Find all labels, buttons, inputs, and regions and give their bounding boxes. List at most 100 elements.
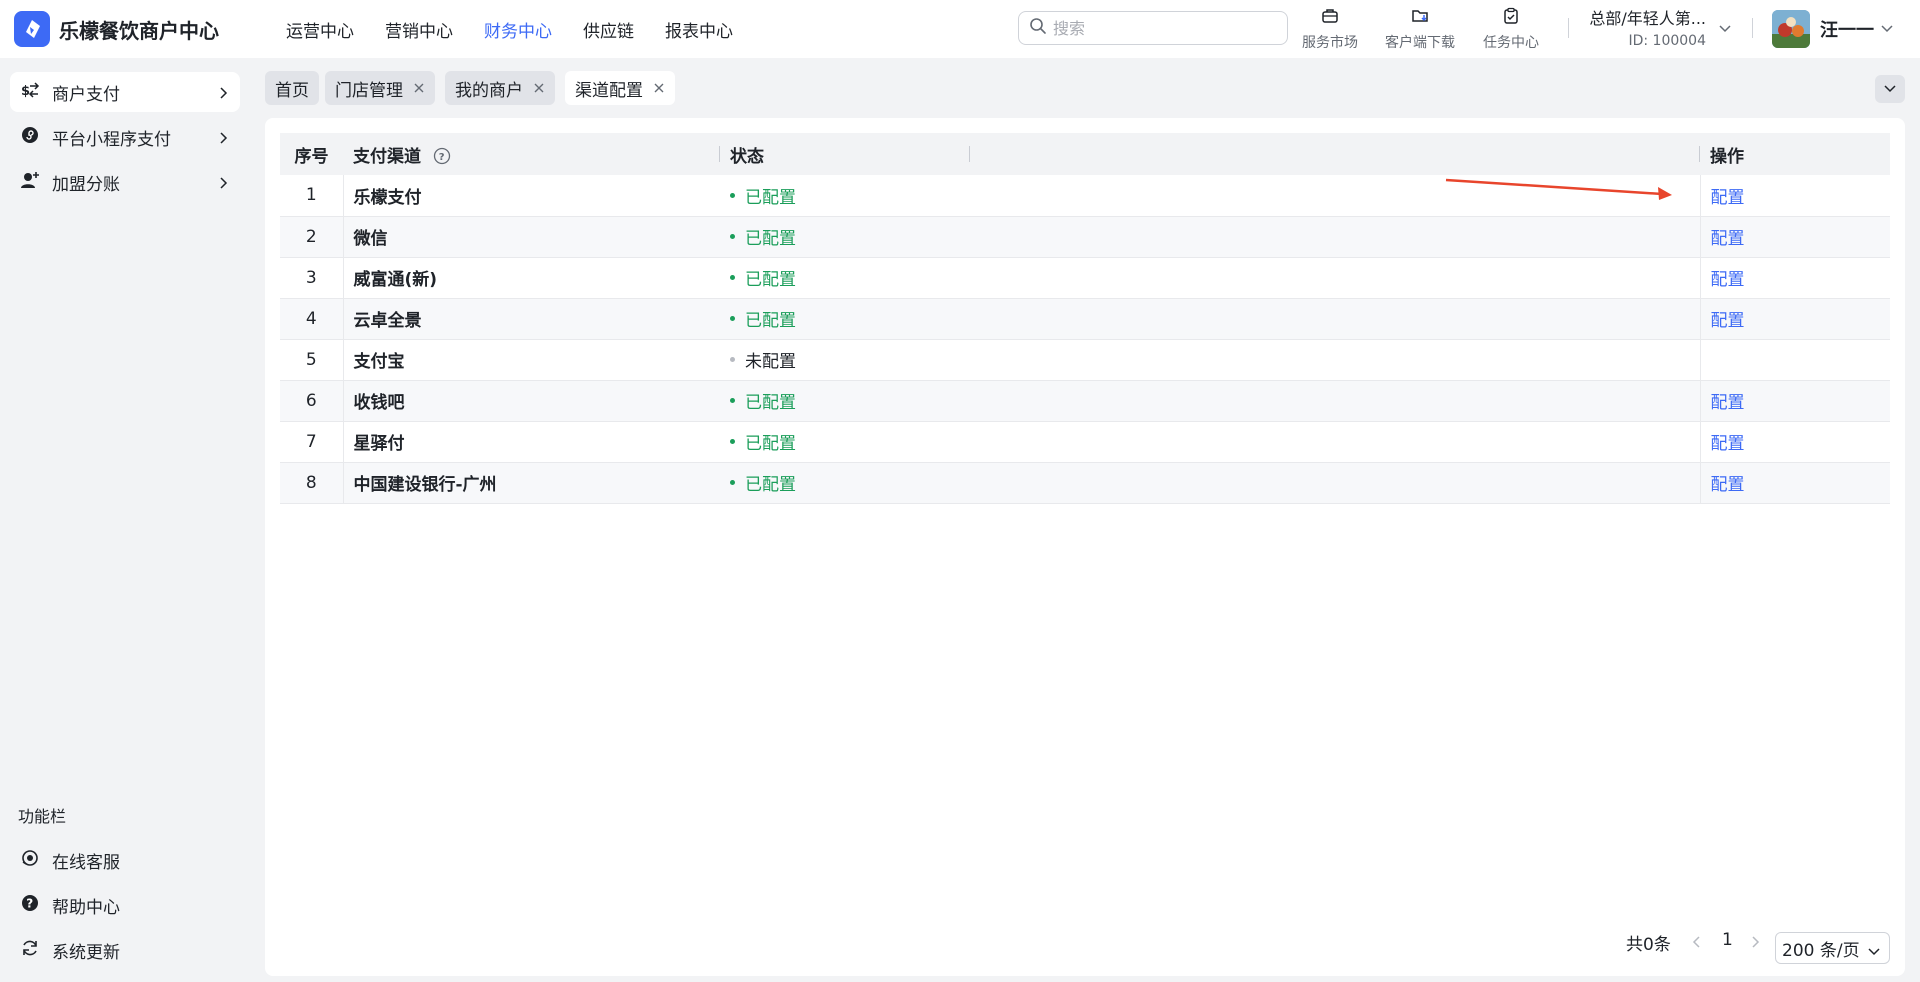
topnav-item-operations[interactable]: 运营中心 xyxy=(286,17,354,42)
sidebar-item-merchant-payment[interactable]: $ 商户支付 xyxy=(10,72,240,112)
org-name: 总部/年轻人第... xyxy=(1589,9,1706,28)
cell-status: 已配置 xyxy=(720,216,970,258)
tab-channel-config[interactable]: 渠道配置 xyxy=(565,71,675,105)
svg-text:?: ? xyxy=(439,152,445,163)
sidebar: $ 商户支付 平台小程序支付 加盟分账 功能栏 在线客服 ? 帮助中心 系统更新 xyxy=(0,58,250,982)
avatar[interactable] xyxy=(1772,10,1810,48)
cell-action: 配置 xyxy=(1699,421,1890,463)
configure-link[interactable]: 配置 xyxy=(1711,311,1745,331)
cell-action: 配置 xyxy=(1699,216,1890,258)
chevron-down-icon[interactable] xyxy=(1718,20,1732,39)
table-row: 6 收钱吧 已配置 配置 xyxy=(280,380,1890,422)
status-text: 已配置 xyxy=(745,187,796,208)
status-dot xyxy=(730,480,735,485)
tab-home[interactable]: 首页 xyxy=(265,71,319,105)
search-input[interactable] xyxy=(1053,18,1273,38)
cell-seq: 2 xyxy=(280,216,344,258)
column-header-action: 操作 xyxy=(1700,133,1890,175)
tool-client-download[interactable]: 客户端下载 xyxy=(1385,6,1455,52)
close-icon[interactable] xyxy=(413,82,425,94)
status-dot xyxy=(730,398,735,403)
pagination-prev-button[interactable] xyxy=(1690,934,1704,954)
tab-my-merchants[interactable]: 我的商户 xyxy=(445,71,555,105)
cell-seq: 8 xyxy=(280,462,344,504)
status-badge: 已配置 xyxy=(730,470,796,495)
topnav-item-finance[interactable]: 财务中心 xyxy=(484,17,552,42)
tab-store-management[interactable]: 门店管理 xyxy=(325,71,435,105)
close-icon[interactable] xyxy=(533,82,545,94)
configure-link[interactable]: 配置 xyxy=(1711,229,1745,249)
configure-link[interactable]: 配置 xyxy=(1711,270,1745,290)
header-divider xyxy=(1752,18,1753,38)
sidebar-item-label: 加盟分账 xyxy=(52,174,120,195)
cell-channel: 星驿付 xyxy=(343,421,720,463)
question-circle-icon[interactable]: ? xyxy=(433,147,451,165)
tool-task-center[interactable]: 任务中心 xyxy=(1483,6,1539,52)
close-icon[interactable] xyxy=(653,82,665,94)
topnav-item-supply-chain[interactable]: 供应链 xyxy=(583,17,634,42)
tabs-more-button[interactable] xyxy=(1875,75,1905,103)
column-header-label: 序号 xyxy=(294,146,329,167)
status-text: 已配置 xyxy=(745,475,796,495)
status-badge: 已配置 xyxy=(730,224,796,249)
folder-download-icon xyxy=(1410,6,1430,30)
column-header-seq: 序号 xyxy=(280,133,343,175)
status-dot xyxy=(730,275,735,280)
sidebar-item-label: 商户支付 xyxy=(52,84,120,105)
status-dot xyxy=(730,439,735,444)
sidebar-item-mini-program-payment[interactable]: 平台小程序支付 xyxy=(10,117,240,157)
headset-icon xyxy=(20,848,40,872)
column-header-status: 状态 xyxy=(720,133,970,175)
table-row: 8 中国建设银行-广州 已配置 配置 xyxy=(280,462,1890,504)
user-add-icon xyxy=(20,170,40,194)
topnav-item-marketing[interactable]: 营销中心 xyxy=(385,17,453,42)
cell-seq: 4 xyxy=(280,298,344,340)
configure-link[interactable]: 配置 xyxy=(1711,393,1745,413)
cell-channel: 收钱吧 xyxy=(343,380,720,422)
tool-label: 客户端下载 xyxy=(1385,35,1455,51)
status-dot xyxy=(730,192,735,198)
status-text: 已配置 xyxy=(745,229,796,249)
table-row: 3 威富通(新) 已配置 配置 xyxy=(280,257,1890,299)
cell-spacer xyxy=(970,216,1700,258)
status-badge: 已配置 xyxy=(730,429,796,454)
cell-spacer xyxy=(970,462,1700,504)
cell-seq: 7 xyxy=(280,421,344,463)
sidebar-item-help-center[interactable]: ? 帮助中心 xyxy=(10,885,240,925)
tool-label: 服务市场 xyxy=(1302,35,1358,51)
chevron-right-icon xyxy=(216,85,230,104)
tool-service-market[interactable]: 服务市场 xyxy=(1302,6,1358,52)
sidebar-item-system-update[interactable]: 系统更新 xyxy=(10,930,240,970)
tab-label: 渠道配置 xyxy=(575,80,643,101)
help-icon: ? xyxy=(20,893,40,917)
chevron-down-icon[interactable] xyxy=(1880,20,1894,39)
configure-link[interactable]: 配置 xyxy=(1711,434,1745,454)
brand[interactable]: 乐檬餐饮商户中心 xyxy=(14,11,254,47)
configure-link[interactable]: 配置 xyxy=(1711,188,1745,208)
cell-action: 配置 xyxy=(1699,257,1890,299)
briefcase-icon xyxy=(1320,6,1340,30)
cell-seq: 3 xyxy=(280,257,344,299)
topnav-item-reports[interactable]: 报表中心 xyxy=(665,17,733,42)
table-row: 5 支付宝 未配置 xyxy=(280,339,1890,381)
status-dot xyxy=(730,234,735,239)
sidebar-item-franchise-split[interactable]: 加盟分账 xyxy=(10,162,240,202)
tab-label: 我的商户 xyxy=(455,80,523,101)
cell-spacer xyxy=(970,298,1700,340)
pagination-total: 共0条 xyxy=(1626,935,1671,955)
cell-channel: 乐檬支付 xyxy=(343,175,720,217)
status-dot xyxy=(730,316,735,321)
pagination-page-1[interactable]: 1 xyxy=(1722,930,1733,950)
sidebar-item-label: 平台小程序支付 xyxy=(52,129,171,150)
org-switcher[interactable]: 总部/年轻人第... ID: 100004 xyxy=(1586,5,1706,49)
sidebar-item-online-service[interactable]: 在线客服 xyxy=(10,840,240,880)
refresh-icon xyxy=(20,938,40,962)
table-row: 2 微信 已配置 配置 xyxy=(280,216,1890,258)
column-header-spacer xyxy=(970,133,1700,175)
pagination-next-button[interactable] xyxy=(1748,934,1762,954)
column-header-label: 支付渠道 xyxy=(353,146,421,167)
configure-link[interactable]: 配置 xyxy=(1711,475,1745,495)
status-badge: 已配置 xyxy=(730,306,796,331)
page-size-select[interactable]: 200 条/页 xyxy=(1775,932,1890,964)
status-text: 已配置 xyxy=(745,434,796,454)
